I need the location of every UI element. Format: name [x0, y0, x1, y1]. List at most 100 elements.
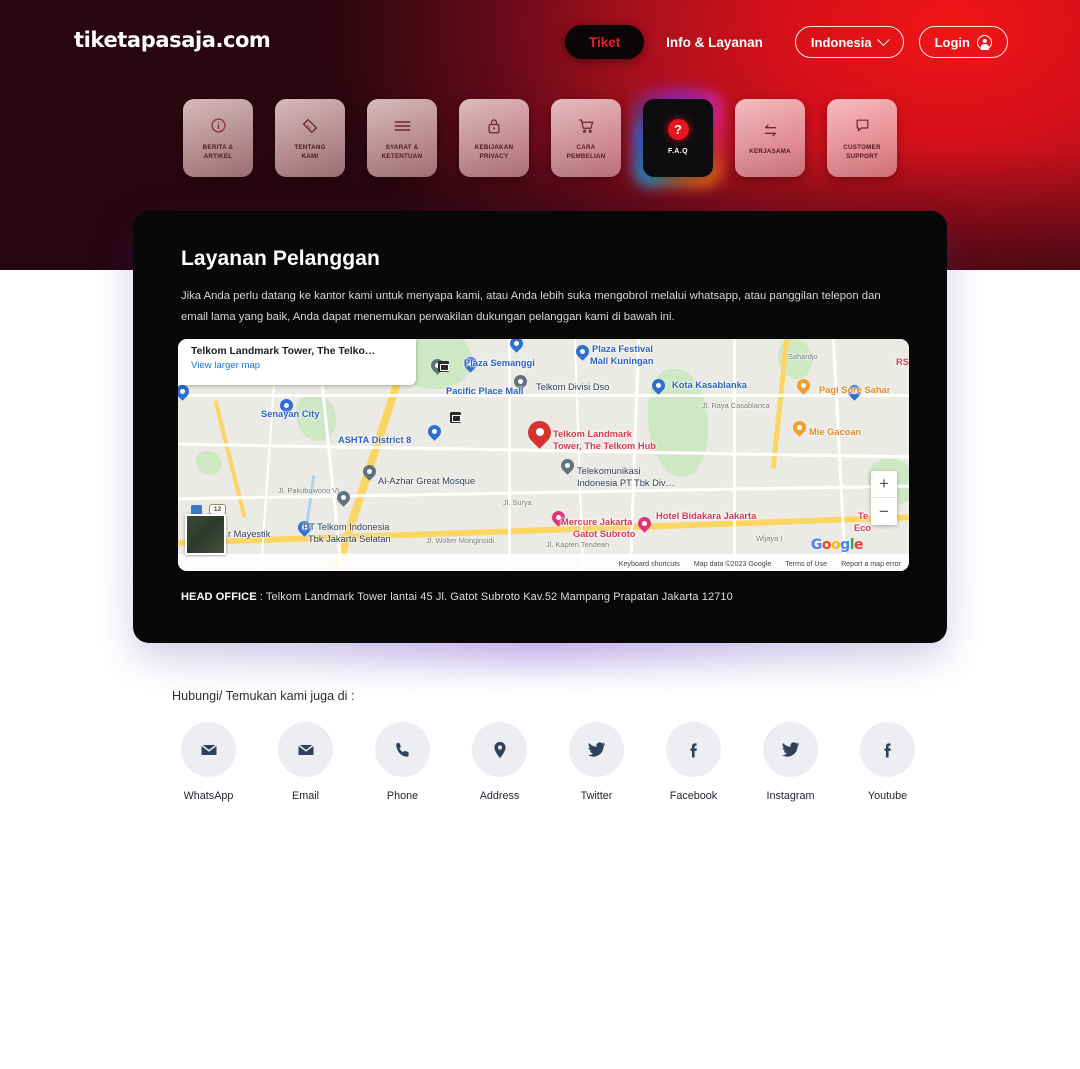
social-item-facebook[interactable]: Facebook	[645, 722, 742, 802]
social-label: Instagram	[766, 790, 815, 802]
site-logo-suffix: .com	[215, 28, 271, 52]
map-info-title: Telkom Landmark Tower, The Telko…	[191, 346, 376, 357]
tab-info-layanan[interactable]: Info & Layanan	[666, 35, 763, 50]
customer-service-card: Layanan Pelanggan Jika Anda perlu datang…	[133, 211, 947, 643]
phone-icon	[375, 722, 430, 777]
map-pin-primary	[528, 421, 551, 451]
tile-label: KEBIJAKAN PRIVACY	[474, 143, 514, 160]
view-larger-map-link[interactable]: View larger map	[191, 360, 404, 371]
map-pin	[638, 517, 651, 534]
map-info-card[interactable]: Telkom Landmark Tower, The Telko… View l…	[178, 339, 416, 385]
question-badge-icon: ?	[667, 119, 689, 141]
map-footer: Keyboard shortcuts Map data ©2023 Google…	[178, 557, 909, 571]
login-label: Login	[934, 34, 970, 50]
social-label: WhatsApp	[183, 790, 234, 802]
nav-links: Tiket Info & Layanan Indonesia Login	[565, 25, 1008, 59]
map-label: Wijaya I	[756, 534, 783, 543]
head-office-value: : Telkom Landmark Tower lantai 45 Jl. Ga…	[256, 591, 733, 603]
social-item-twitter[interactable]: Twitter	[548, 722, 645, 802]
chevron-down-icon	[876, 32, 890, 46]
map-pin	[363, 465, 376, 482]
tile-label: CUSTOMER SUPPORT	[843, 143, 881, 160]
social-label: Address	[479, 790, 520, 802]
tile-tentang-kami[interactable]: TENTANG KAMI	[275, 99, 345, 177]
social-label: Email	[292, 790, 319, 802]
head-office-label: HEAD OFFICE	[181, 591, 257, 603]
google-logo: Google	[810, 537, 864, 553]
map-label: Jl. Wolter Monginsidi	[426, 536, 495, 545]
map-label: Te	[858, 511, 869, 521]
language-label: Indonesia	[810, 34, 872, 50]
social-label: Facebook	[669, 790, 718, 802]
map-label: Kota Kasablanka	[672, 380, 747, 390]
map-label: Jl. Surya	[503, 498, 532, 507]
social-item-whatsapp[interactable]: WhatsApp	[160, 722, 257, 802]
zoom-in-button[interactable]: +	[871, 471, 897, 498]
map-zoom-controls[interactable]: + −	[871, 471, 897, 525]
tab-tiket[interactable]: Tiket	[565, 25, 645, 59]
map-label: Hotel Bidakara Jakarta	[656, 511, 757, 521]
tile-label: TENTANG KAMI	[294, 143, 326, 160]
keyboard-shortcuts-link[interactable]: Keyboard shortcuts	[619, 560, 680, 568]
facebook-f-icon	[666, 722, 721, 777]
map-square-icon	[438, 361, 449, 372]
category-tiles: BERITA & ARTIKEL TENTANG KAMI SYARAT & KETE…	[0, 99, 1080, 177]
chat-icon	[854, 115, 871, 137]
social-label: Phone	[386, 790, 419, 802]
list-icon	[393, 115, 412, 137]
social-item-youtube[interactable]: Youtube	[839, 722, 936, 802]
social-item-email[interactable]: Email	[257, 722, 354, 802]
map-label: Al-Azhar Great Mosque	[378, 476, 476, 486]
twitter-bird-icon	[763, 722, 818, 777]
map-pin	[793, 421, 806, 438]
tile-berita-artikel[interactable]: BERITA & ARTIKEL	[183, 99, 253, 177]
map-label: Telkom Landmark	[553, 429, 632, 439]
question-mark: ?	[667, 119, 689, 141]
top-navigation-bar: tiketapasaja.com Tiket Info & Layanan In…	[0, 0, 1080, 84]
map-label: Pacific Place Mall	[446, 386, 524, 396]
map-label: Jl. Kapten Tendean	[546, 540, 610, 549]
tile-syarat-ketentuan[interactable]: SYARAT & KETENTUAN	[367, 99, 437, 177]
site-logo-text: tiketapasaja	[74, 28, 216, 52]
social-item-address[interactable]: Address	[451, 722, 548, 802]
map-square-icon	[450, 412, 461, 423]
map-label: Gatot Subroto	[573, 529, 636, 539]
social-label: Youtube	[867, 790, 908, 802]
map-pin	[652, 379, 665, 396]
language-selector[interactable]: Indonesia	[794, 26, 904, 58]
map-label: Mall Kuningan	[590, 356, 654, 366]
card-description: Jika Anda perlu datang ke kantor kami un…	[181, 290, 881, 323]
social-item-phone[interactable]: Phone	[354, 722, 451, 802]
info-icon	[210, 115, 227, 137]
map-pin	[576, 345, 589, 362]
map-pin-icon	[472, 722, 527, 777]
map-label: Pagi Sore Sahar	[819, 385, 891, 395]
tile-label: CARA PEMBELIAN	[566, 143, 606, 160]
map-label: Senayan City	[261, 409, 320, 419]
map-label: Telekomunikasi	[577, 466, 641, 476]
social-links: WhatsApp Email Phone Address Twitter Fac…	[160, 722, 1000, 802]
tile-faq[interactable]: ? F.A.Q	[643, 99, 713, 177]
tile-customer-support[interactable]: CUSTOMER SUPPORT	[827, 99, 897, 177]
user-account-icon	[977, 34, 992, 50]
swap-icon	[762, 119, 779, 141]
site-logo[interactable]: tiketapasaja.com	[74, 28, 271, 52]
tile-kerjasama[interactable]: KERJASAMA	[735, 99, 805, 177]
tile-label: SYARAT & KETENTUAN	[381, 143, 423, 160]
login-button[interactable]: Login	[918, 26, 1008, 58]
facebook-f-icon	[860, 722, 915, 777]
google-map-embed[interactable]: 12 Telkom Landmark Tower, The Telko… Vie…	[178, 339, 909, 571]
envelope-icon	[278, 722, 333, 777]
terms-of-use-link[interactable]: Terms of Use	[785, 560, 827, 568]
map-street-view-thumbnail[interactable]	[185, 514, 226, 555]
tile-cara-pembelian[interactable]: CARA PEMBELIAN	[551, 99, 621, 177]
report-map-error-link[interactable]: Report a map error	[841, 560, 901, 568]
tile-kebijakan-privacy[interactable]: KEBIJAKAN PRIVACY	[459, 99, 529, 177]
cart-icon	[577, 115, 596, 137]
map-pin	[561, 459, 574, 476]
page-title: Layanan Pelanggan	[181, 247, 380, 270]
ticket-icon	[301, 115, 319, 137]
social-item-instagram[interactable]: Instagram	[742, 722, 839, 802]
head-office-address: HEAD OFFICE : Telkom Landmark Tower lant…	[181, 591, 733, 603]
zoom-out-button[interactable]: −	[871, 498, 897, 525]
